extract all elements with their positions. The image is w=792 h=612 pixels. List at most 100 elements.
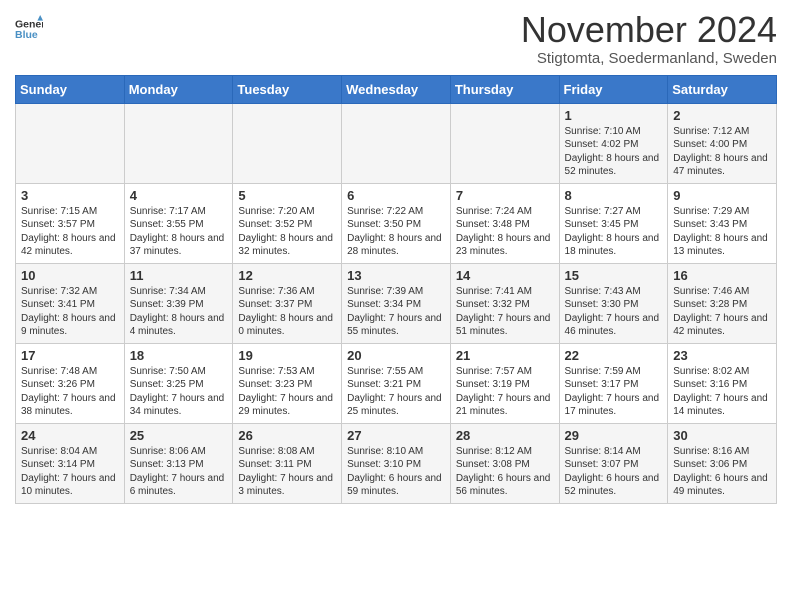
- day-info: Sunrise: 7:22 AMSunset: 3:50 PMDaylight:…: [347, 205, 445, 259]
- calendar-cell: 12 Sunrise: 7:36 AMSunset: 3:37 PMDayligh…: [233, 263, 342, 343]
- day-number: 30: [673, 428, 771, 443]
- logo-icon: General Blue: [15, 15, 43, 43]
- day-info: Sunrise: 8:02 AMSunset: 3:16 PMDaylight:…: [673, 365, 771, 419]
- day-info: Sunrise: 8:10 AMSunset: 3:10 PMDaylight:…: [347, 445, 445, 499]
- month-title: November 2024: [521, 10, 777, 50]
- day-number: 11: [130, 268, 228, 283]
- day-info: Sunrise: 7:39 AMSunset: 3:34 PMDaylight:…: [347, 285, 445, 339]
- calendar-week-3: 17Sunrise: 7:48 AMSunset: 3:26 PMDayligh…: [16, 343, 777, 423]
- day-number: 3: [21, 188, 119, 203]
- calendar-cell: 14Sunrise: 7:41 AMSunset: 3:32 PMDayligh…: [450, 263, 559, 343]
- day-info: Sunrise: 7:55 AMSunset: 3:21 PMDaylight:…: [347, 365, 445, 419]
- day-info: Sunrise: 7:12 AMSunset: 4:00 PMDaylight:…: [673, 125, 771, 179]
- calendar-cell: 19 Sunrise: 7:53 AMSunset: 3:23 PMDayligh…: [233, 343, 342, 423]
- day-info: Sunrise: 7:10 AMSunset: 4:02 PMDaylight:…: [565, 125, 663, 179]
- column-header-tuesday: Tuesday: [233, 75, 342, 103]
- day-info: Sunrise: 7:50 AMSunset: 3:25 PMDaylight:…: [130, 365, 228, 419]
- calendar-cell: 4Sunrise: 7:17 AMSunset: 3:55 PMDaylight…: [124, 183, 233, 263]
- day-info: Sunrise: 7:46 AMSunset: 3:28 PMDaylight:…: [673, 285, 771, 339]
- column-header-wednesday: Wednesday: [342, 75, 451, 103]
- day-number: 29: [565, 428, 663, 443]
- day-info: Sunrise: 7:20 AMSunset: 3:52 PMDaylight:…: [238, 205, 336, 259]
- day-number: 12: [238, 268, 336, 283]
- day-number: 16: [673, 268, 771, 283]
- calendar-cell: 25 Sunrise: 8:06 AMSunset: 3:13 PMDayligh…: [124, 423, 233, 503]
- calendar-cell: [16, 103, 125, 183]
- calendar-week-0: 1Sunrise: 7:10 AMSunset: 4:02 PMDaylight…: [16, 103, 777, 183]
- calendar-cell: 20Sunrise: 7:55 AMSunset: 3:21 PMDayligh…: [342, 343, 451, 423]
- day-info: Sunrise: 8:08 AMSunset: 3:11 PMDaylight:…: [238, 445, 336, 499]
- day-info: Sunrise: 7:36 AMSunset: 3:37 PMDaylight:…: [238, 285, 336, 339]
- svg-text:Blue: Blue: [15, 29, 38, 41]
- location-subtitle: Stigtomta, Soedermanland, Sweden: [521, 50, 777, 67]
- day-number: 10: [21, 268, 119, 283]
- day-number: 18: [130, 348, 228, 363]
- column-header-thursday: Thursday: [450, 75, 559, 103]
- calendar-cell: 23Sunrise: 8:02 AMSunset: 3:16 PMDayligh…: [668, 343, 777, 423]
- calendar-body: 1Sunrise: 7:10 AMSunset: 4:02 PMDaylight…: [16, 103, 777, 503]
- day-info: Sunrise: 7:29 AMSunset: 3:43 PMDaylight:…: [673, 205, 771, 259]
- day-number: 28: [456, 428, 554, 443]
- calendar-cell: 29 Sunrise: 8:14 AMSunset: 3:07 PMDayligh…: [559, 423, 668, 503]
- calendar-cell: [233, 103, 342, 183]
- day-number: 27: [347, 428, 445, 443]
- column-header-sunday: Sunday: [16, 75, 125, 103]
- day-number: 2: [673, 108, 771, 123]
- calendar-cell: 28 Sunrise: 8:12 AMSunset: 3:08 PMDayligh…: [450, 423, 559, 503]
- calendar-table: SundayMondayTuesdayWednesdayThursdayFrid…: [15, 75, 777, 504]
- day-info: Sunrise: 8:06 AMSunset: 3:13 PMDaylight:…: [130, 445, 228, 499]
- day-info: Sunrise: 8:12 AMSunset: 3:08 PMDaylight:…: [456, 445, 554, 499]
- day-number: 21: [456, 348, 554, 363]
- day-number: 15: [565, 268, 663, 283]
- calendar-cell: [450, 103, 559, 183]
- calendar-cell: 5Sunrise: 7:20 AMSunset: 3:52 PMDaylight…: [233, 183, 342, 263]
- calendar-header: SundayMondayTuesdayWednesdayThursdayFrid…: [16, 75, 777, 103]
- calendar-cell: 8Sunrise: 7:27 AMSunset: 3:45 PMDaylight…: [559, 183, 668, 263]
- day-info: Sunrise: 7:59 AMSunset: 3:17 PMDaylight:…: [565, 365, 663, 419]
- calendar-cell: 7Sunrise: 7:24 AMSunset: 3:48 PMDaylight…: [450, 183, 559, 263]
- day-number: 17: [21, 348, 119, 363]
- calendar-cell: 27 Sunrise: 8:10 AMSunset: 3:10 PMDayligh…: [342, 423, 451, 503]
- day-info: Sunrise: 8:14 AMSunset: 3:07 PMDaylight:…: [565, 445, 663, 499]
- calendar-cell: 16 Sunrise: 7:46 AMSunset: 3:28 PMDayligh…: [668, 263, 777, 343]
- calendar-cell: 2 Sunrise: 7:12 AMSunset: 4:00 PMDaylight…: [668, 103, 777, 183]
- day-number: 22: [565, 348, 663, 363]
- calendar-cell: [342, 103, 451, 183]
- day-info: Sunrise: 8:16 AMSunset: 3:06 PMDaylight:…: [673, 445, 771, 499]
- column-header-saturday: Saturday: [668, 75, 777, 103]
- day-number: 26: [238, 428, 336, 443]
- calendar-week-1: 3 Sunrise: 7:15 AMSunset: 3:57 PMDaylight…: [16, 183, 777, 263]
- calendar-cell: 26 Sunrise: 8:08 AMSunset: 3:11 PMDayligh…: [233, 423, 342, 503]
- day-number: 14: [456, 268, 554, 283]
- calendar-cell: 6 Sunrise: 7:22 AMSunset: 3:50 PMDaylight…: [342, 183, 451, 263]
- day-info: Sunrise: 7:34 AMSunset: 3:39 PMDaylight:…: [130, 285, 228, 339]
- day-number: 25: [130, 428, 228, 443]
- calendar-cell: 3 Sunrise: 7:15 AMSunset: 3:57 PMDaylight…: [16, 183, 125, 263]
- calendar-cell: 22 Sunrise: 7:59 AMSunset: 3:17 PMDayligh…: [559, 343, 668, 423]
- calendar-week-2: 10Sunrise: 7:32 AMSunset: 3:41 PMDayligh…: [16, 263, 777, 343]
- calendar-cell: 11 Sunrise: 7:34 AMSunset: 3:39 PMDayligh…: [124, 263, 233, 343]
- page-header: General Blue November 2024 Stigtomta, So…: [15, 10, 777, 67]
- day-number: 24: [21, 428, 119, 443]
- calendar-cell: 24Sunrise: 8:04 AMSunset: 3:14 PMDayligh…: [16, 423, 125, 503]
- day-info: Sunrise: 7:43 AMSunset: 3:30 PMDaylight:…: [565, 285, 663, 339]
- calendar-cell: 18 Sunrise: 7:50 AMSunset: 3:25 PMDayligh…: [124, 343, 233, 423]
- title-block: November 2024 Stigtomta, Soedermanland, …: [521, 10, 777, 67]
- column-header-friday: Friday: [559, 75, 668, 103]
- day-number: 8: [565, 188, 663, 203]
- calendar-cell: 1Sunrise: 7:10 AMSunset: 4:02 PMDaylight…: [559, 103, 668, 183]
- day-number: 19: [238, 348, 336, 363]
- calendar-cell: 17Sunrise: 7:48 AMSunset: 3:26 PMDayligh…: [16, 343, 125, 423]
- calendar-week-4: 24Sunrise: 8:04 AMSunset: 3:14 PMDayligh…: [16, 423, 777, 503]
- day-number: 6: [347, 188, 445, 203]
- column-header-monday: Monday: [124, 75, 233, 103]
- day-number: 9: [673, 188, 771, 203]
- logo: General Blue: [15, 15, 43, 43]
- day-info: Sunrise: 7:17 AMSunset: 3:55 PMDaylight:…: [130, 205, 228, 259]
- day-info: Sunrise: 7:15 AMSunset: 3:57 PMDaylight:…: [21, 205, 119, 259]
- calendar-cell: 21Sunrise: 7:57 AMSunset: 3:19 PMDayligh…: [450, 343, 559, 423]
- calendar-cell: 10Sunrise: 7:32 AMSunset: 3:41 PMDayligh…: [16, 263, 125, 343]
- calendar-cell: 13Sunrise: 7:39 AMSunset: 3:34 PMDayligh…: [342, 263, 451, 343]
- calendar-cell: [124, 103, 233, 183]
- day-info: Sunrise: 7:53 AMSunset: 3:23 PMDaylight:…: [238, 365, 336, 419]
